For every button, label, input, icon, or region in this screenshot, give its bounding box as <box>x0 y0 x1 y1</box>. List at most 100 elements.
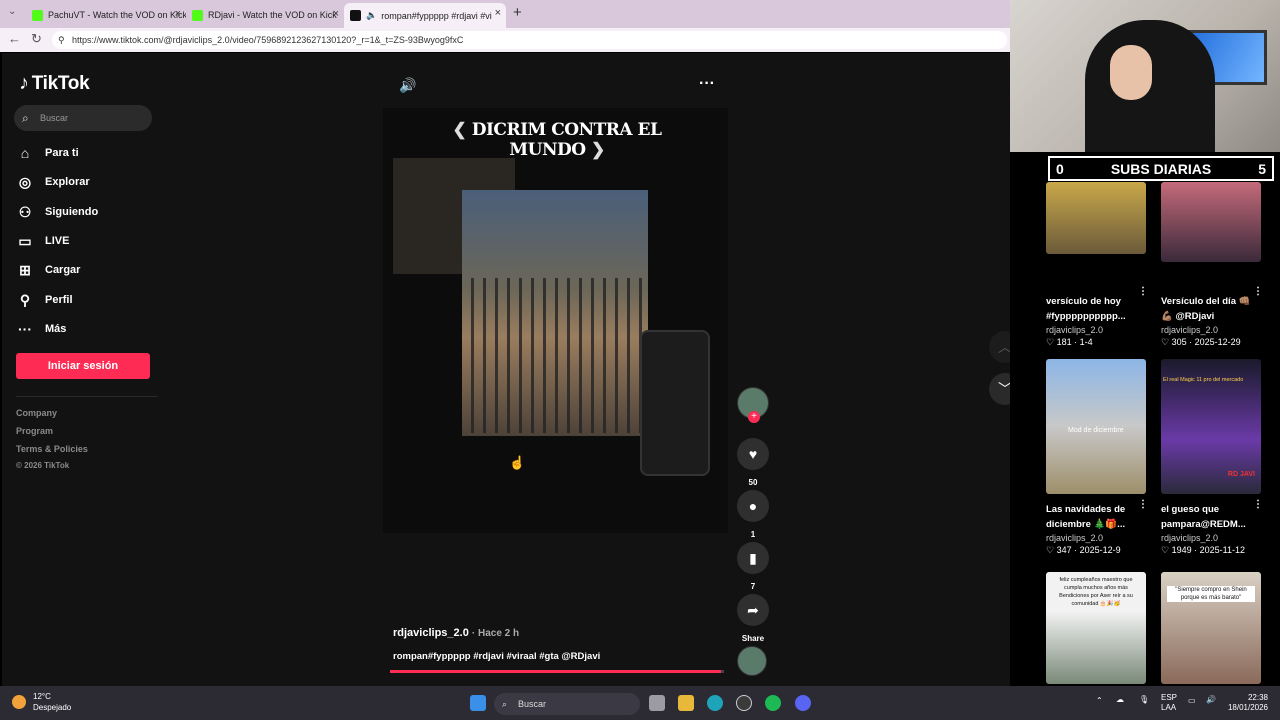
onedrive-icon[interactable]: ☁ <box>1116 695 1124 704</box>
network-icon[interactable]: ▭ <box>1188 696 1196 705</box>
following-icon: ⚇ <box>18 203 32 220</box>
music-avatar[interactable] <box>737 646 767 676</box>
edge-icon[interactable] <box>707 695 723 711</box>
comment-button[interactable]: ● 1 <box>737 490 769 539</box>
more-icon: ··· <box>18 321 32 337</box>
video-author[interactable]: rdjaviclips_2.0 · Hace 2 h <box>393 627 519 639</box>
footer-program[interactable]: Program <box>16 426 53 436</box>
more-options-icon[interactable]: ··· <box>699 75 715 93</box>
save-count: 7 <box>750 582 756 591</box>
sidebar-item-live[interactable]: ▭ LIVE <box>15 230 155 252</box>
rec-card[interactable]: Mod de diciembre ⋮ Las navidades de dici… <box>1046 359 1148 556</box>
login-button[interactable]: Iniciar sesión <box>16 353 150 379</box>
search-placeholder: Buscar <box>40 113 69 123</box>
more-icon[interactable]: ⋮ <box>1138 286 1148 297</box>
more-icon[interactable]: ⋮ <box>1253 286 1263 297</box>
heart-icon: ♥ <box>737 438 769 470</box>
sidebar-item-mas[interactable]: ··· Más <box>15 318 155 340</box>
save-button[interactable]: ▮ 7 <box>737 542 769 591</box>
footer-copyright: © 2026 TikTok <box>16 461 70 470</box>
card-user: rdjaviclips_2.0 <box>1046 325 1104 335</box>
task-view-icon[interactable] <box>649 695 665 711</box>
rec-card[interactable]: feliz cumpleaños maestro que cumpla much… <box>1046 572 1148 684</box>
sidebar-item-label: Para ti <box>45 147 79 159</box>
video-thumbnail <box>1046 182 1146 254</box>
tab-tiktok[interactable]: 🔈 rompan#fyppppp #rdjavi #vi × <box>344 3 506 28</box>
clock-date: 18/01/2026 <box>1227 703 1268 712</box>
search-input[interactable]: ⌕ Buscar <box>14 105 152 131</box>
temperature: 12°C <box>33 692 51 701</box>
footer-terms[interactable]: Terms & Policies <box>16 444 88 454</box>
card-meta: ♡ 1949 · 2025-11-12 <box>1161 545 1245 555</box>
post-time: · Hace 2 h <box>471 628 520 639</box>
follow-plus-icon[interactable]: + <box>748 411 760 423</box>
sidebar-item-cargar[interactable]: ⊞ Cargar <box>15 259 155 281</box>
speaker-icon: 🔈 <box>366 10 378 20</box>
rec-card[interactable]: "Siempre compro en Shein porque es más b… <box>1161 572 1263 684</box>
tray-chevron-icon[interactable]: ⌃ <box>1096 696 1103 705</box>
more-icon[interactable]: ⋮ <box>1138 499 1148 510</box>
tab-pachuvt[interactable]: PachuVT - Watch the VOD on Kick × <box>26 4 186 26</box>
compass-icon: ◎ <box>18 173 32 190</box>
sidebar-item-label: Cargar <box>45 264 81 276</box>
wing-icon: ❯ <box>590 140 605 160</box>
tiktok-logo[interactable]: ♪ TikTok <box>19 72 90 95</box>
search-icon: ⌕ <box>502 699 508 709</box>
close-icon[interactable]: × <box>175 8 181 20</box>
windows-start-icon[interactable] <box>470 695 486 711</box>
sidebar-item-perfil[interactable]: ⚲ Perfil <box>15 289 155 311</box>
clock[interactable]: 22:38 18/01/2026 <box>1226 693 1268 713</box>
site-info-icon[interactable]: ⚲ <box>58 31 65 49</box>
author-avatar-button[interactable]: + <box>737 387 769 423</box>
video-caption[interactable]: rompan#fyppppp #rdjavi #viraal #gta @RDj… <box>393 651 600 662</box>
close-icon[interactable]: × <box>333 8 339 20</box>
back-icon[interactable]: ← <box>8 31 21 46</box>
more-icon[interactable]: ⋮ <box>1253 499 1263 510</box>
like-button[interactable]: ♥ 50 <box>737 438 769 487</box>
video-thumbnail: Mod de diciembre <box>1046 359 1146 494</box>
thumb-caption: "Siempre compro en Shein porque es más b… <box>1167 586 1255 602</box>
url-field[interactable]: ⚲ https://www.tiktok.com/@rdjaviclips_2.… <box>52 31 1007 49</box>
share-button[interactable]: ➦ Share <box>737 594 769 643</box>
video-thumbnail: "Siempre compro en Shein porque es más b… <box>1161 572 1261 684</box>
language-indicator[interactable]: ESP LAA <box>1161 693 1177 713</box>
discord-icon[interactable] <box>795 695 811 711</box>
share-icon: ➦ <box>737 594 769 626</box>
new-tab-button[interactable]: + <box>513 4 522 21</box>
reload-icon[interactable]: ↻ <box>31 31 42 47</box>
volume-icon[interactable]: 🔊 <box>399 77 416 94</box>
weather-widget[interactable]: 12°C Despejado <box>12 691 71 713</box>
overlay-title-text: DICRIM CONTRA EL MUNDO <box>471 120 662 160</box>
close-icon[interactable]: × <box>495 7 501 19</box>
streamer-face <box>1110 45 1152 100</box>
taskbar-search-input[interactable]: ⌕ Buscar <box>494 693 640 715</box>
microphone-icon[interactable]: 🎙 <box>1139 695 1149 704</box>
video-progress-bar[interactable] <box>390 670 724 673</box>
tab-list-icon[interactable]: ⌄ <box>8 6 16 17</box>
tab-rdjavi[interactable]: RDjavi - Watch the VOD on Kick × <box>186 4 344 26</box>
comment-count: 1 <box>750 530 756 539</box>
volume-icon[interactable]: 🔊 <box>1206 695 1216 704</box>
file-explorer-icon[interactable] <box>678 695 694 711</box>
thumb-badge: RD JAVI <box>1227 471 1255 478</box>
subs-goal: 5 <box>1258 161 1266 177</box>
rec-card[interactable]: El real Magic 11 pro del mercado RD JAVI… <box>1161 359 1263 556</box>
sidebar-item-para-ti[interactable]: ⌂ Para ti <box>15 142 155 164</box>
kick-icon <box>32 9 43 21</box>
subs-counter: 0 SUBS DIARIAS 5 <box>1048 156 1274 181</box>
obs-icon[interactable] <box>736 695 752 711</box>
taskbar-search-label: Buscar <box>518 699 547 709</box>
card-user: rdjaviclips_2.0 <box>1161 325 1219 335</box>
rec-card[interactable]: ⋮ Versículo del día 👊🏽💪🏽 @RDjavi rdjavic… <box>1161 182 1263 348</box>
footer-company[interactable]: Company <box>16 408 57 418</box>
rec-card[interactable]: ⋮ versículo de hoy #fypppppppppp... rdja… <box>1046 182 1148 348</box>
sidebar-item-label: LIVE <box>45 235 70 247</box>
thumb-caption: El real Magic 11 pro del mercado <box>1163 377 1244 383</box>
sidebar-item-siguiendo[interactable]: ⚇ Siguiendo <box>15 201 155 223</box>
card-meta: ♡ 305 · 2025-12-29 <box>1161 337 1241 347</box>
card-title: Versículo del día 👊🏽💪🏽 @RDjavi <box>1161 296 1251 322</box>
spotify-icon[interactable] <box>765 695 781 711</box>
search-icon: ⌕ <box>22 111 29 125</box>
sidebar-item-explorar[interactable]: ◎ Explorar <box>15 171 155 193</box>
